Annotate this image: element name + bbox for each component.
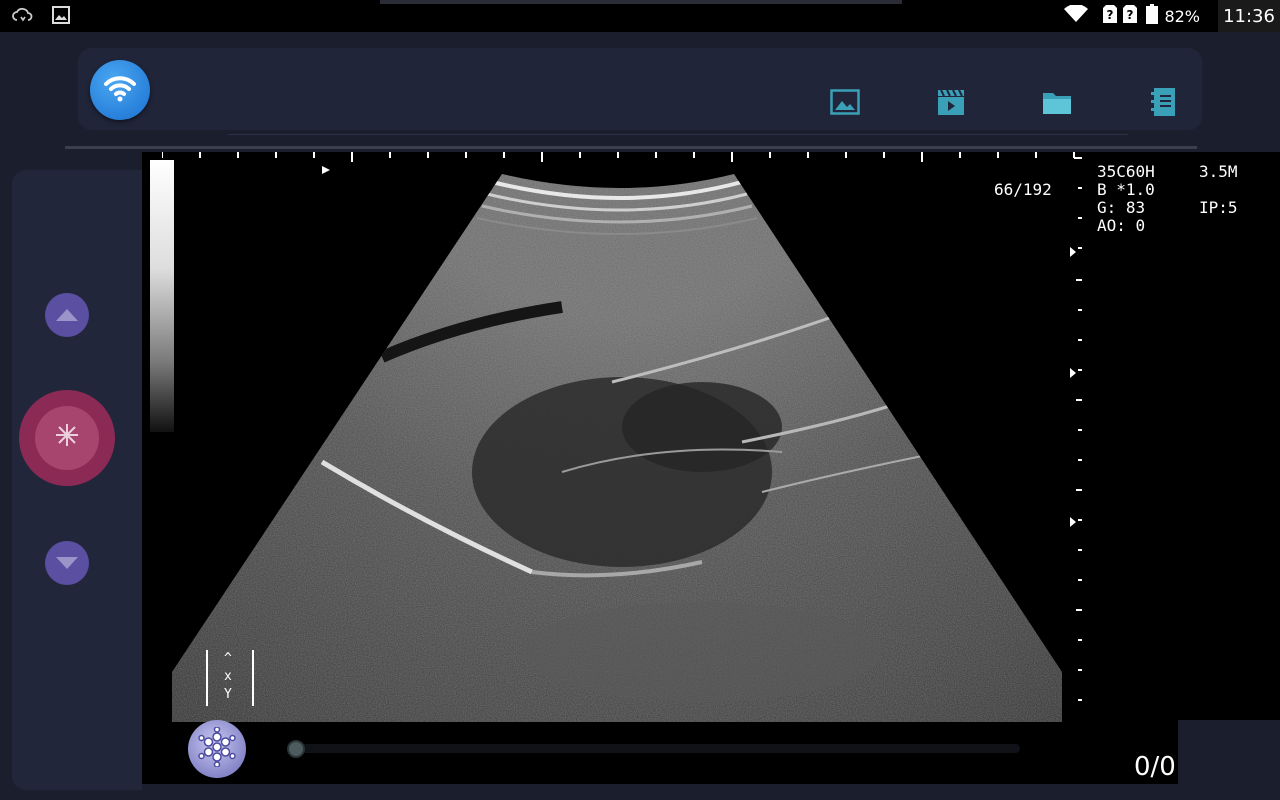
top-toolbar (78, 48, 1202, 135)
no-sim-icon: ? (1102, 4, 1118, 28)
snowflake-icon (55, 423, 79, 453)
status-notch (380, 0, 902, 4)
report-icon (1150, 87, 1176, 121)
gain-up-button[interactable] (45, 293, 89, 337)
cine-progress-track[interactable] (290, 744, 1020, 753)
image-info-panel: 35C60H 3.5M B *1.0 G: 83 IP:5 AO: 0 (1085, 152, 1280, 720)
photo-button[interactable] (829, 88, 861, 120)
video-button[interactable] (935, 88, 967, 120)
triangle-down-icon (56, 554, 78, 573)
body-mark-bracket-right (246, 650, 254, 706)
toolbar-divider (228, 134, 1128, 135)
cloud-sync-icon (12, 6, 34, 28)
status-bar: ? ? 82% 11:36 (0, 0, 1280, 32)
wifi-signal-icon (1064, 4, 1089, 27)
battery-percent: 82% (1164, 6, 1200, 26)
left-control-panel (12, 170, 142, 790)
probe-frequency: 3.5M (1199, 162, 1238, 181)
ultrasound-image-area[interactable]: 66/192 ^ x Y (142, 152, 1182, 784)
no-sim-icon: ? (1122, 4, 1138, 28)
depth-marker: 66/192 (994, 180, 1052, 199)
wifi-button[interactable] (90, 60, 150, 120)
focus-marker-icon (322, 166, 330, 174)
body-mark-bracket-left (206, 650, 214, 706)
depth-ruler-top (162, 152, 1075, 162)
snowflake-icon (197, 726, 237, 771)
gain-value: G: 83 (1097, 198, 1146, 217)
photo-icon (830, 89, 860, 119)
freeze-button-inner (35, 406, 99, 470)
depth-ruler-right (1070, 157, 1082, 701)
gain-down-button[interactable] (45, 541, 89, 585)
ao-value: AO: 0 (1097, 216, 1146, 235)
video-icon (937, 88, 965, 120)
imaging-mode: B *1.0 (1097, 180, 1155, 199)
wifi-icon (103, 74, 137, 106)
freeze-button[interactable] (19, 390, 115, 486)
freeze-toggle-button[interactable] (188, 720, 246, 778)
bottom-right-corner (1178, 720, 1280, 784)
frame-counter: 0/0 (1134, 752, 1176, 782)
ultrasound-scan (172, 174, 1062, 722)
clock: 11:36 (1218, 0, 1280, 32)
grayscale-bar (150, 160, 174, 432)
probe-model: 35C60H (1097, 162, 1155, 181)
folder-button[interactable] (1041, 88, 1073, 120)
svg-text:?: ? (1127, 8, 1134, 22)
folder-icon (1042, 89, 1072, 119)
cine-slider-handle[interactable] (287, 740, 305, 758)
report-button[interactable] (1147, 88, 1179, 120)
battery-icon (1146, 4, 1159, 28)
header-divider (65, 146, 1197, 149)
triangle-up-icon (56, 306, 78, 325)
body-mark-label: ^ x Y (224, 651, 232, 702)
ip-value: IP:5 (1199, 198, 1238, 217)
image-icon (52, 6, 70, 28)
svg-text:?: ? (1107, 8, 1114, 22)
